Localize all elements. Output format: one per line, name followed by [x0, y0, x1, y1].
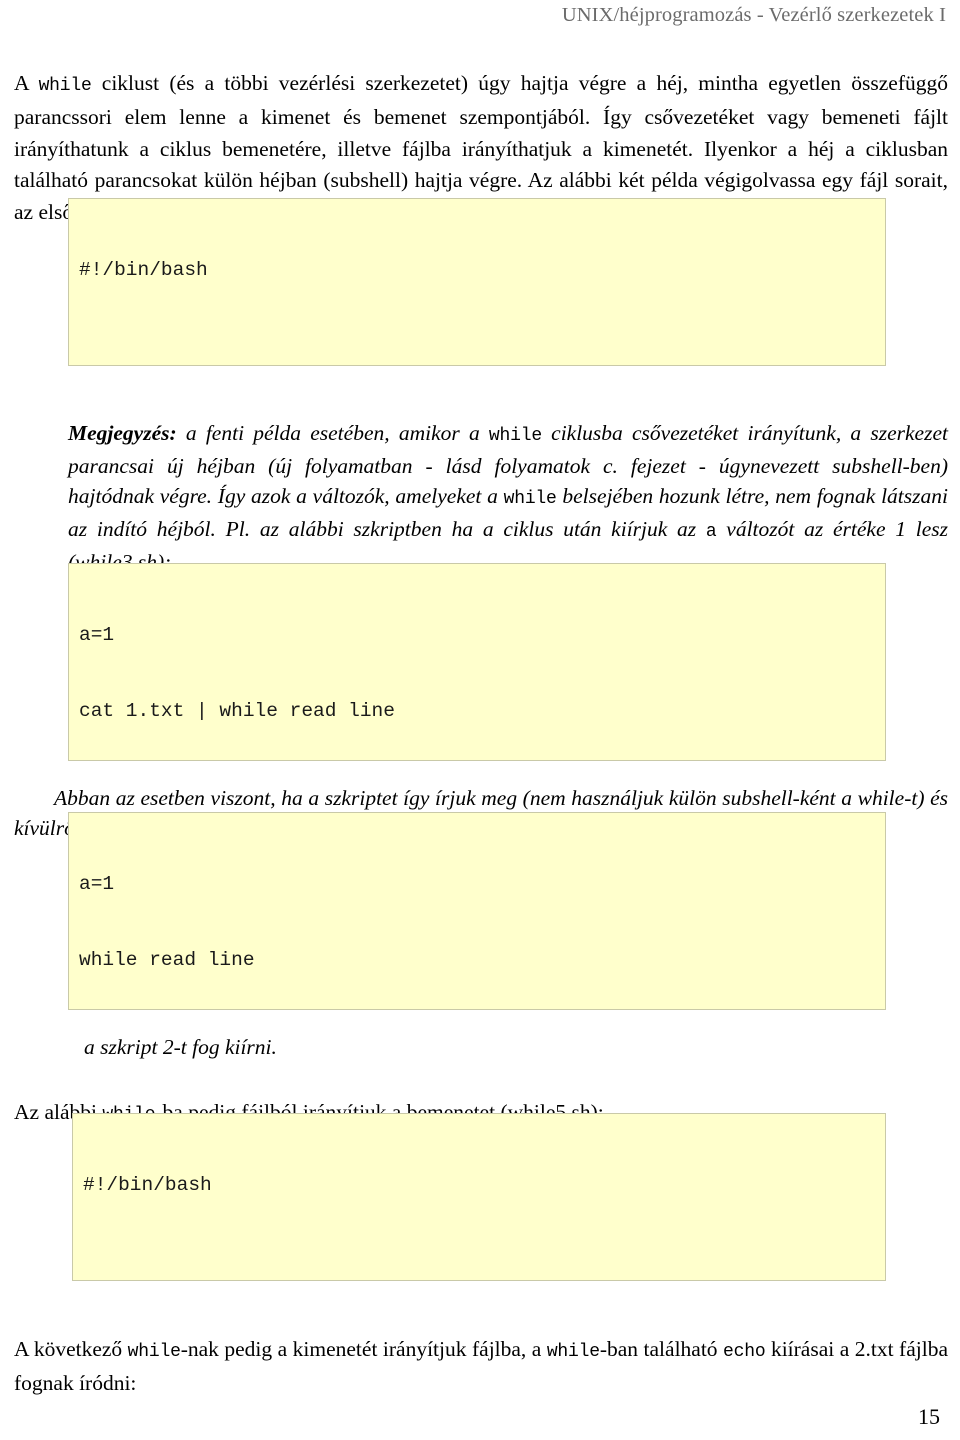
intro-text-lead: A — [14, 70, 39, 95]
code-line: while read line — [79, 949, 255, 972]
tail-keyword-echo: echo — [723, 1341, 766, 1362]
note-label: Megjegyzés: — [68, 420, 177, 445]
code-line: a=1 — [79, 623, 115, 646]
code-line: cat 1.txt | while read line — [79, 700, 395, 723]
page-number: 15 — [918, 1404, 940, 1429]
intro-keyword-while: while — [38, 75, 92, 96]
tail-keyword-while-1: while — [127, 1341, 181, 1362]
code-block-while3: a=1 cat 1.txt | while read line do a=2 e… — [68, 563, 886, 761]
note-keyword-while-1: while — [488, 425, 542, 446]
code-line: a=1 — [79, 872, 115, 895]
running-header: UNIX/héjprogramozás - Vezérlő szerkezete… — [561, 4, 946, 26]
code-block-while4: a=1 while read line do a=2 #echo $line d… — [68, 812, 886, 1010]
document-page: UNIX/héjprogramozás - Vezérlő szerkezete… — [0, 0, 960, 1440]
tail-text-a: A következő — [14, 1336, 128, 1361]
code-line: #!/bin/bash — [83, 1173, 212, 1196]
code-block-while2: #!/bin/bash cat '1.txt' | #ez a csővezet… — [68, 198, 886, 366]
closing-paragraph: A következő while-nak pedig a kimenetét … — [14, 1334, 948, 1400]
tail-text-c: -ban található — [599, 1336, 724, 1361]
note-keyword-while-2: while — [503, 488, 557, 509]
code-block-while5: #!/bin/bash while read line do #feldolgo… — [72, 1113, 886, 1281]
code-line: #!/bin/bash — [79, 258, 208, 281]
note-paragraph-result: a szkript 2-t fog kiírni. — [84, 1034, 277, 1059]
note-text-a: a fenti példa esetében, amikor a — [176, 420, 489, 445]
note-paragraph-subshell: Megjegyzés: a fenti példa esetében, amik… — [68, 418, 948, 577]
tail-text-b: -nak pedig a kimenetét irányítjuk fájlba… — [180, 1336, 547, 1361]
note-keyword-a: a — [705, 521, 717, 542]
tail-keyword-while-2: while — [546, 1341, 600, 1362]
